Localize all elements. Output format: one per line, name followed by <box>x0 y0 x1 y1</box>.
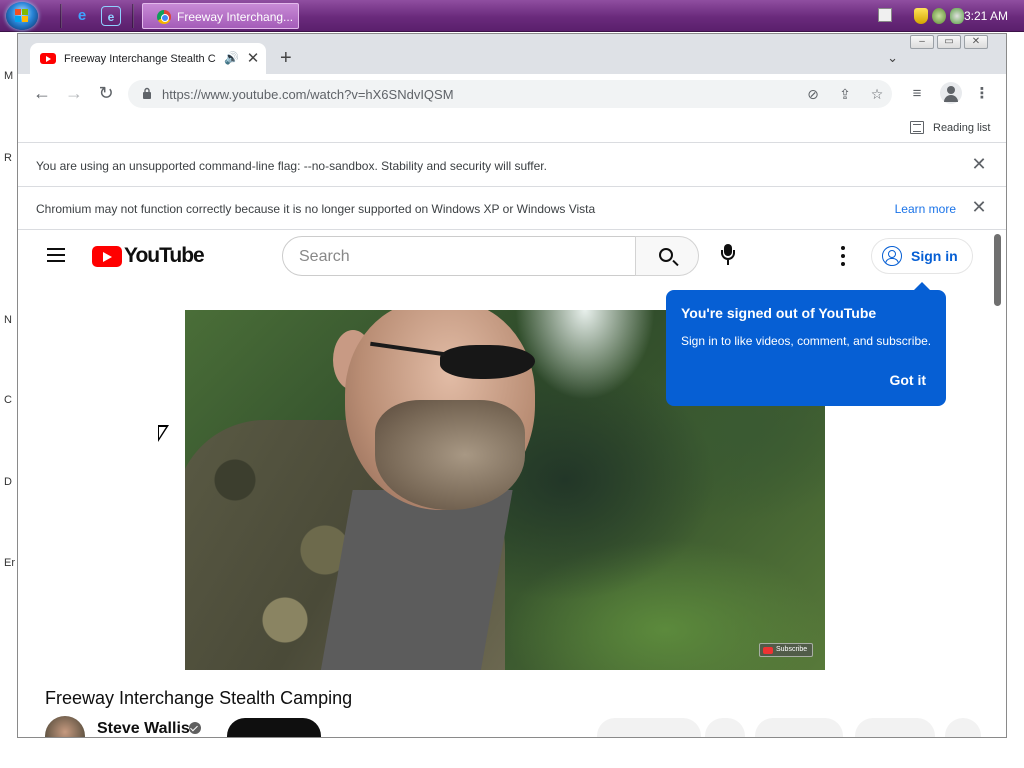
got-it-button[interactable]: Got it <box>889 372 926 388</box>
chrome-icon <box>157 10 171 24</box>
channel-name[interactable]: Steve Wallis <box>97 720 190 737</box>
new-tab-button[interactable]: + <box>280 48 292 68</box>
tab-close-button[interactable]: ✕ <box>244 49 262 67</box>
infobar-message: You are using an unsupported command-lin… <box>36 159 547 173</box>
minimize-button[interactable]: – <box>910 35 934 49</box>
subscribe-button[interactable] <box>227 718 321 737</box>
reading-list-icon[interactable] <box>910 121 924 134</box>
video-frame-sky <box>515 310 655 400</box>
taskbar-chromium-button[interactable]: Freeway Interchang... <box>142 3 299 29</box>
window-controls: – ▭ ✕ <box>910 34 992 51</box>
star-icon[interactable]: ☆ <box>868 85 886 103</box>
taskbar-task-label: Freeway Interchang... <box>177 10 294 24</box>
profile-icon[interactable] <box>940 82 962 104</box>
youtube-favicon <box>40 53 56 64</box>
like-button[interactable] <box>597 718 701 737</box>
share-button[interactable] <box>755 718 843 737</box>
youtube-logo-text[interactable]: YouTube <box>124 244 205 268</box>
system-tray: 3:21 AM <box>866 0 1024 32</box>
desktop-icon-labels: M R N C D Er <box>0 32 18 768</box>
search-input[interactable]: Search <box>282 236 636 276</box>
lock-icon[interactable] <box>142 87 152 99</box>
user-circle-icon <box>882 246 902 266</box>
tooltip-body: Sign in to like videos, comment, and sub… <box>681 334 932 348</box>
network-icon[interactable] <box>932 8 946 24</box>
reading-list-button[interactable]: Reading list <box>933 122 990 134</box>
video-frame-beard <box>375 400 525 510</box>
desktop-label: C <box>4 394 12 406</box>
hamburger-icon[interactable] <box>47 248 65 262</box>
save-button[interactable] <box>705 718 745 737</box>
address-bar[interactable]: https://www.youtube.com/watch?v=hX6SNdvI… <box>128 80 892 108</box>
ie-icon[interactable]: e <box>72 6 92 26</box>
maximize-button[interactable]: ▭ <box>937 35 961 49</box>
youtube-page: YouTube Search Sign in Subscribe Freeway… <box>18 230 1006 737</box>
tab-title: Freeway Interchange Stealth Ca <box>64 53 216 65</box>
taskbar-clock[interactable]: 3:21 AM <box>964 9 1008 23</box>
bookmarks-bar: Reading list <box>18 112 1006 143</box>
browser-toolbar: ← → ↻ https://www.youtube.com/watch?v=hX… <box>18 74 1006 112</box>
tab-youtube-video[interactable]: Freeway Interchange Stealth Ca 🔊 ✕ <box>30 43 266 74</box>
start-orb-icon[interactable] <box>6 2 38 30</box>
channel-avatar[interactable] <box>45 716 85 737</box>
shield-icon[interactable] <box>914 8 928 24</box>
search-icon <box>659 248 673 262</box>
desktop-label: R <box>4 152 12 164</box>
unsupported-os-infobar: Chromium may not function correctly beca… <box>18 187 1006 230</box>
video-title: Freeway Interchange Stealth Camping <box>45 688 353 708</box>
sign-in-button[interactable]: Sign in <box>871 238 973 274</box>
back-icon[interactable]: ← <box>32 83 52 103</box>
tooltip-title: You're signed out of YouTube <box>681 305 877 321</box>
learn-more-link[interactable]: Learn more <box>895 202 956 216</box>
subscribe-watermark[interactable]: Subscribe <box>759 643 813 657</box>
verified-icon <box>189 722 201 734</box>
volume-icon[interactable] <box>950 8 964 24</box>
channel-row: Steve Wallis <box>45 716 985 737</box>
desktop-label: Er <box>4 557 15 569</box>
tab-strip: Freeway Interchange Stealth Ca 🔊 ✕ + ⌄ –… <box>18 34 1006 74</box>
desktop-label: M <box>4 70 14 82</box>
page-scrollbar[interactable] <box>994 234 1001 306</box>
keyboard-icon[interactable] <box>878 8 892 22</box>
more-actions-button[interactable] <box>945 718 981 737</box>
menu-dots-icon[interactable]: ⋮ <box>973 85 991 103</box>
taskbar-separator <box>132 4 134 28</box>
signed-out-tooltip: You're signed out of YouTube Sign in to … <box>666 282 946 406</box>
settings-dots-icon[interactable] <box>841 246 845 266</box>
media-queue-icon[interactable]: ≡ <box>908 85 926 103</box>
infobar-close-button[interactable]: ✕ <box>970 154 988 175</box>
tab-search-button[interactable]: ⌄ <box>887 50 898 66</box>
forward-icon[interactable]: → <box>64 83 84 103</box>
windows-taskbar: e e Freeway Interchang... 3:21 AM <box>0 0 1024 32</box>
sandbox-warning-infobar: You are using an unsupported command-lin… <box>18 144 1006 187</box>
mouse-cursor-icon <box>158 425 169 442</box>
url-text[interactable]: https://www.youtube.com/watch?v=hX6SNdvI… <box>162 87 454 102</box>
ie-alt-icon[interactable]: e <box>101 6 121 26</box>
chromium-window: Freeway Interchange Stealth Ca 🔊 ✕ + ⌄ –… <box>17 33 1007 738</box>
sign-in-label: Sign in <box>911 248 958 264</box>
close-window-button[interactable]: ✕ <box>964 35 988 49</box>
desktop-label: D <box>4 476 12 488</box>
share-icon[interactable]: ⇪ <box>836 85 854 103</box>
reload-icon[interactable]: ↻ <box>96 83 116 103</box>
mic-icon[interactable] <box>718 242 738 270</box>
search-button[interactable] <box>635 236 699 276</box>
taskbar-separator <box>60 4 62 28</box>
download-button[interactable] <box>855 718 935 737</box>
watermark-label: Subscribe <box>776 646 808 653</box>
youtube-logo-icon[interactable] <box>92 246 122 267</box>
infobar-close-button[interactable]: ✕ <box>970 197 988 218</box>
infobar-message: Chromium may not function correctly beca… <box>36 202 596 216</box>
search-placeholder: Search <box>299 248 350 265</box>
eye-off-icon[interactable]: ⊘ <box>804 85 822 103</box>
desktop-label: N <box>4 314 12 326</box>
speaker-icon[interactable]: 🔊 <box>224 51 239 65</box>
